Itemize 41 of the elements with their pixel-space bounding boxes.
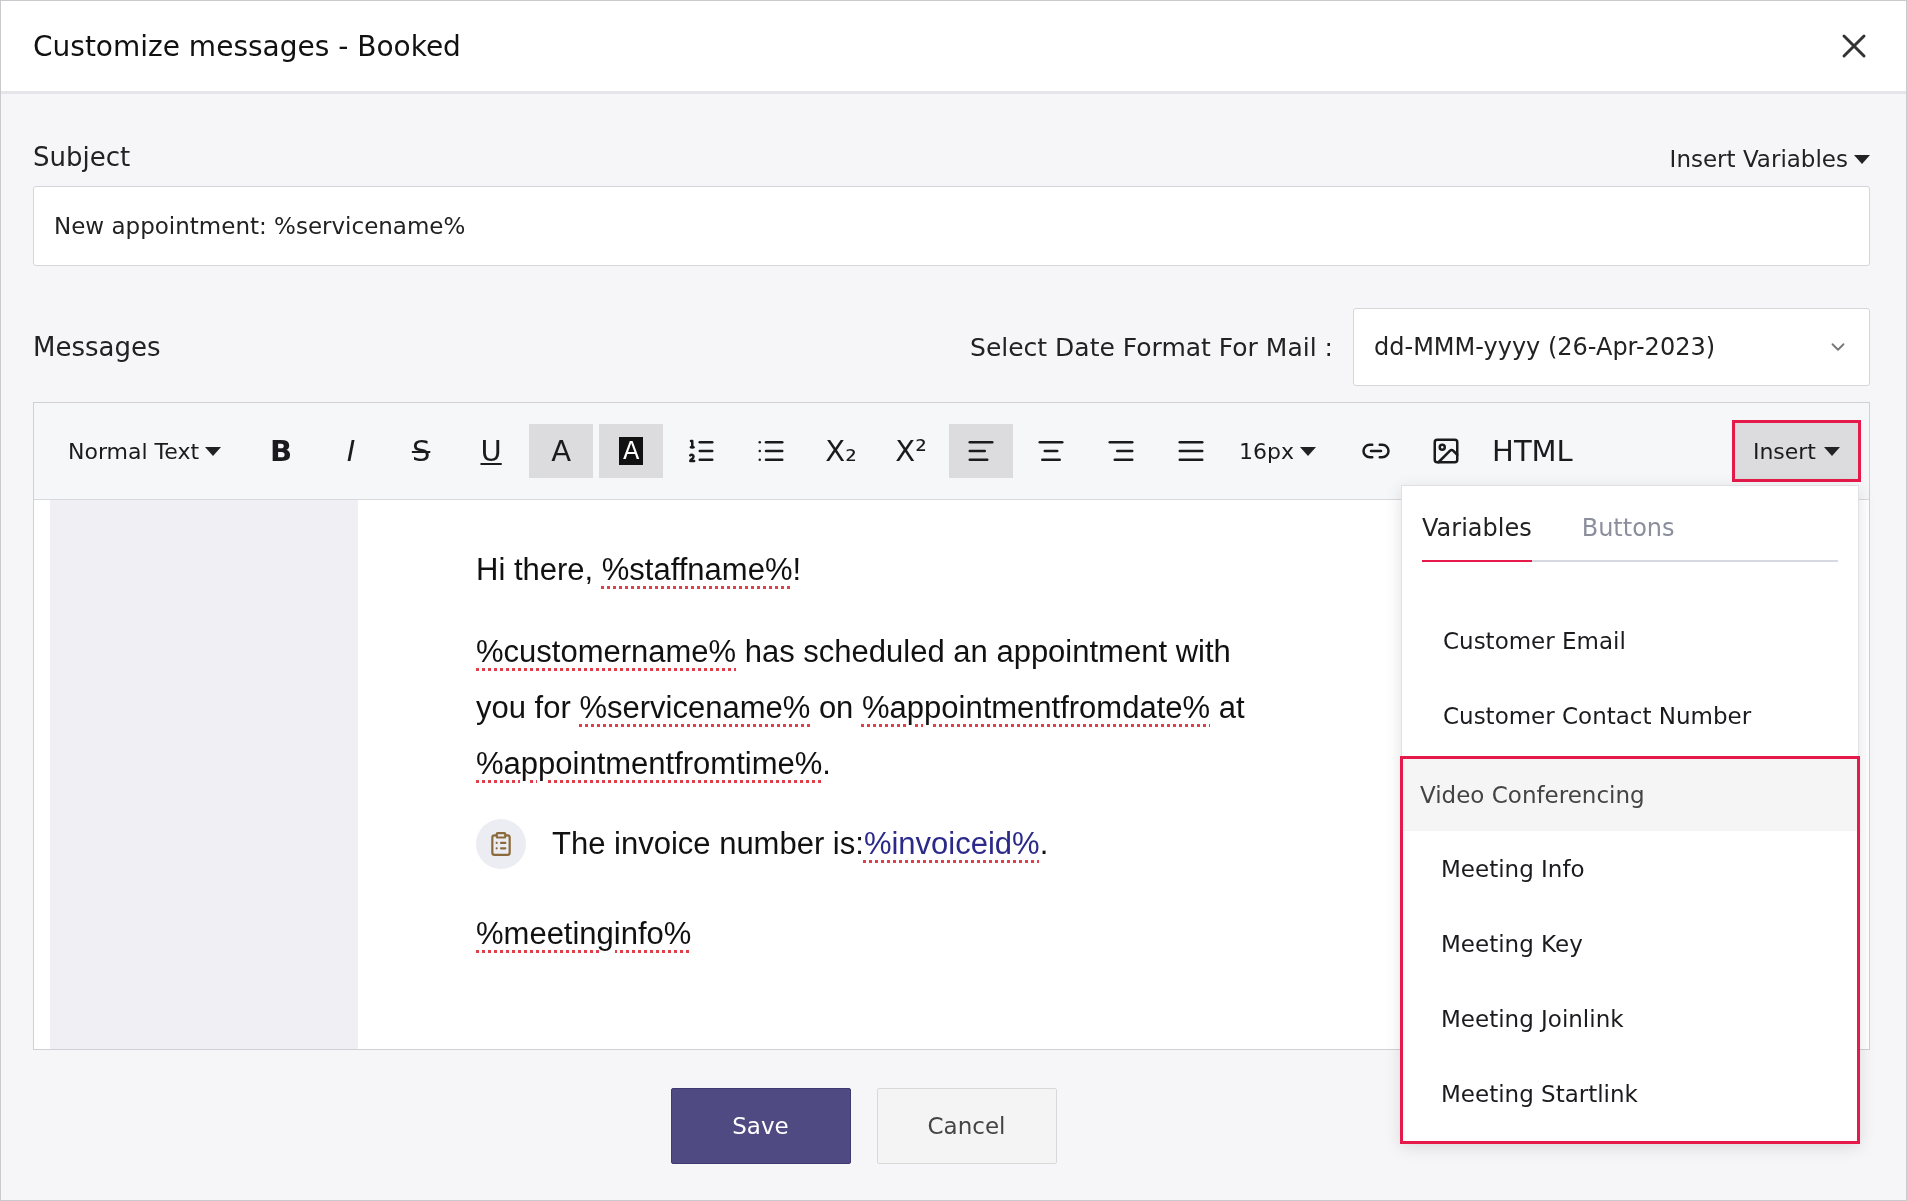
caret-icon [1824, 446, 1840, 456]
image-icon [1431, 436, 1462, 466]
variable-link[interactable]: %invoiceid% [863, 826, 1040, 861]
toolbar-button[interactable]: A [529, 424, 594, 478]
date-format-label: Select Date Format For Mail : [970, 332, 1333, 362]
date-format-select[interactable]: dd-MMM-yyyy (26-Apr-2023) [1353, 308, 1870, 386]
menu-item[interactable]: Customer Contact Number [1405, 678, 1855, 753]
toolbar-button[interactable]: B [249, 424, 314, 478]
toolbar-button[interactable]: X² [879, 424, 944, 478]
editor-paragraph: The invoice number is:%invoiceid%. [552, 825, 1049, 863]
menu-item[interactable]: Meeting Info [1403, 831, 1857, 906]
subject-label: Subject [33, 142, 131, 172]
toolbar-button[interactable]: I [319, 424, 384, 478]
toolbar-button[interactable]: S [389, 424, 454, 478]
html-button[interactable]: HTML [1484, 424, 1581, 478]
menu-item[interactable]: Customer Email [1405, 603, 1855, 678]
cancel-button[interactable]: Cancel [876, 1088, 1057, 1164]
toolbar-button[interactable] [949, 424, 1014, 478]
toolbar-button[interactable]: X₂ [809, 424, 874, 478]
caret-icon [1854, 154, 1870, 164]
editor-paragraph: %customername% has scheduled an appointment with you for %servicename% on %appointmentfromdate% at %appointmentfromtime%. [476, 633, 1246, 783]
toolbar-dropdown[interactable]: Normal Text [58, 424, 232, 478]
insert-variables-dropdown[interactable]: Insert Variables [1669, 146, 1870, 172]
editor-paragraph: Hi there, %staffname%! [476, 551, 803, 589]
menu-item[interactable]: Meeting Key [1403, 906, 1857, 981]
caret-icon [1300, 446, 1317, 456]
subject-field[interactable]: New appointment: %servicename% [33, 186, 1870, 266]
menu-tab[interactable]: Variables [1422, 514, 1532, 562]
insert-button[interactable]: Insert [1731, 420, 1861, 482]
menu-item[interactable]: Meeting Joinlink [1403, 981, 1857, 1056]
toolbar-button[interactable]: U [459, 424, 524, 478]
messages-label: Messages [33, 332, 161, 362]
toolbar-button[interactable]: A [599, 424, 664, 478]
toolbar-dropdown[interactable]: 16px [1229, 424, 1327, 478]
menu-group-heading: Video Conferencing [1403, 759, 1857, 831]
caret-icon [205, 446, 222, 456]
save-button[interactable]: Save [670, 1088, 851, 1164]
menu-item[interactable]: Meeting Startlink [1403, 1056, 1857, 1131]
dialog-title: Customize messages - Booked [33, 29, 461, 63]
editor-paragraph: %meetinginfo% [476, 915, 693, 953]
clipboard-icon [476, 819, 526, 869]
